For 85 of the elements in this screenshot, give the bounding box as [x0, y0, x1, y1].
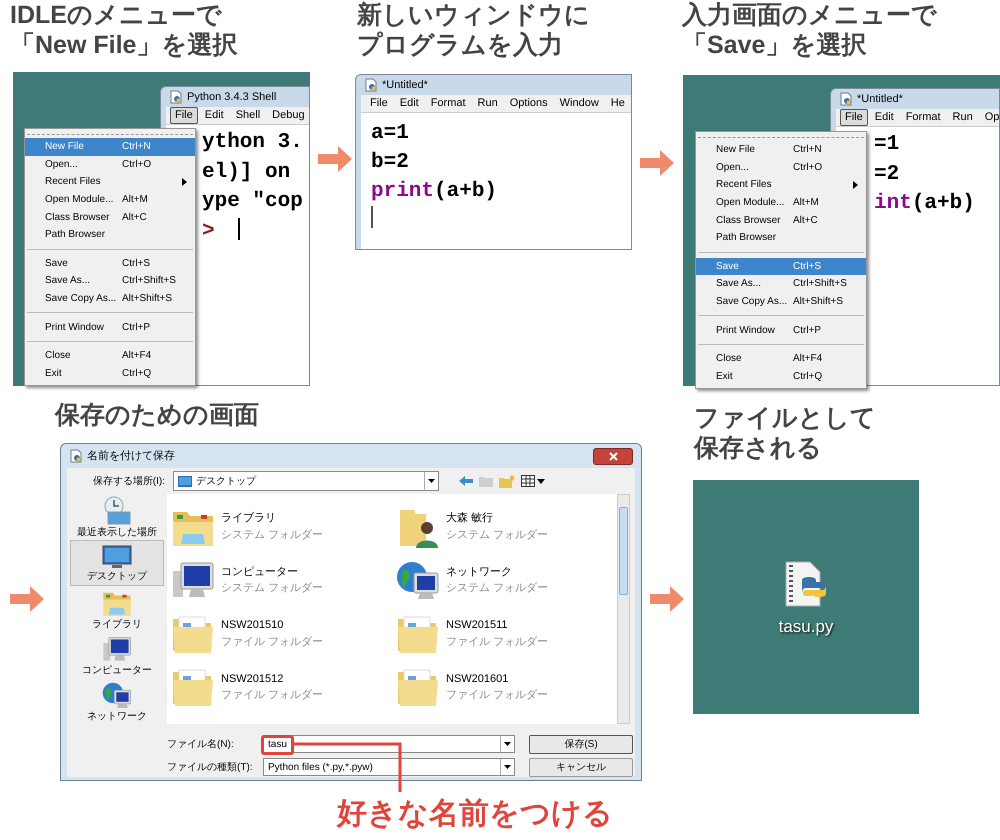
- file-list-item[interactable]: NSW201601 ファイル フォルダー: [392, 660, 617, 714]
- menu-item[interactable]: Open... Ctrl+O: [696, 158, 866, 176]
- save-button[interactable]: 保存(S): [529, 734, 633, 754]
- menu-item[interactable]: Recent Files: [696, 176, 866, 194]
- menu-item[interactable]: Recent Files: [25, 173, 195, 191]
- menu-bar-item[interactable]: Run: [948, 109, 978, 126]
- menu-item[interactable]: Close Alt+F4: [25, 346, 195, 365]
- places-item[interactable]: デスクトップ: [70, 540, 164, 586]
- window-title: Python 3.4.3 Shell: [187, 90, 276, 105]
- file-list-item[interactable]: NSW201510 ファイル フォルダー: [167, 607, 392, 660]
- menu-item[interactable]: Save Ctrl+S: [25, 254, 195, 272]
- location-dropdown[interactable]: デスクトップ: [173, 471, 439, 491]
- menu-item[interactable]: Print Window Ctrl+P: [25, 318, 195, 336]
- menu-item[interactable]: Close Alt+F4: [696, 350, 866, 368]
- menu-bar-item[interactable]: Op: [980, 109, 999, 126]
- filename-label: ファイル名(N):: [167, 738, 235, 752]
- code-line: el)] on: [202, 160, 292, 186]
- dialog-title: 名前を付けて保存: [87, 448, 175, 464]
- menu-item[interactable]: Save Ctrl+S: [696, 258, 866, 276]
- menu-bar-item[interactable]: File: [365, 95, 393, 112]
- step-caption: 新しいウィンドウに: [357, 0, 590, 30]
- code-line: ype "cop: [202, 189, 304, 215]
- menu-bar-item[interactable]: Edit: [870, 109, 899, 126]
- code-line: =2: [874, 162, 900, 188]
- menu-item[interactable]: Exit Ctrl+Q: [696, 368, 866, 386]
- file-list-item[interactable]: ネットワーク システム フォルダー: [392, 554, 617, 607]
- file-list-item[interactable]: 大森 敏行 システム フォルダー: [392, 500, 617, 554]
- menu-item[interactable]: Print Window Ctrl+P: [696, 321, 866, 339]
- menu-item[interactable]: New File Ctrl+N: [696, 141, 866, 159]
- menu-item[interactable]: Open... Ctrl+O: [25, 156, 195, 174]
- menu-bar-item[interactable]: He: [606, 95, 630, 112]
- menu-bar-item[interactable]: Shell: [230, 107, 266, 124]
- code-line: ython 3.: [202, 130, 304, 156]
- menu-item[interactable]: Class Browser Alt+C: [25, 208, 195, 226]
- menu-bar-item[interactable]: Options: [504, 95, 553, 112]
- menu-bar-item[interactable]: Run: [472, 95, 503, 112]
- filetype-dropdown[interactable]: Python files (*.py,*.pyw): [263, 758, 515, 776]
- code-line: int(a+b): [874, 191, 976, 217]
- menu-item[interactable]: Class Browser Alt+C: [696, 211, 866, 229]
- location-label: 保存する場所(I):: [92, 474, 165, 488]
- menu-item[interactable]: Save Copy As... Alt+Shift+S: [25, 290, 195, 308]
- step-caption: プログラムを入力: [357, 30, 564, 60]
- code-line: >: [202, 218, 216, 244]
- menu-bar-item[interactable]: Debug: [267, 107, 309, 124]
- step-caption: 入力画面のメニューで: [682, 0, 937, 30]
- step-caption: IDLEのメニューで: [10, 0, 223, 30]
- step-caption: 「Save」を選択: [682, 30, 868, 60]
- step-caption: ファイルとして: [694, 403, 876, 433]
- menu-item[interactable]: New File Ctrl+N: [25, 138, 195, 156]
- file-list-item[interactable]: NSW201512 ファイル フォルダー: [167, 660, 392, 714]
- menu-bar-item[interactable]: Edit: [394, 95, 424, 112]
- menu-bar-item[interactable]: Edit: [200, 107, 229, 124]
- menu-item[interactable]: Path Browser: [25, 226, 195, 244]
- step-caption: 保存のための画面: [55, 400, 259, 430]
- filetype-label: ファイルの種類(T):: [167, 760, 254, 774]
- file-list-item[interactable]: NSW201511 ファイル フォルダー: [392, 607, 617, 660]
- menu-item[interactable]: Exit Ctrl+Q: [25, 364, 195, 382]
- menu-item[interactable]: Path Browser: [696, 228, 866, 247]
- menu-item[interactable]: Save As... Ctrl+Shift+S: [696, 275, 866, 293]
- code-line: =1: [874, 132, 900, 158]
- window-title: *Untitled*: [857, 92, 903, 107]
- code-line: b=2: [371, 150, 410, 176]
- menu-item[interactable]: Save Copy As... Alt+Shift+S: [696, 292, 866, 310]
- menu-bar-item[interactable]: Window: [554, 95, 604, 112]
- places-item[interactable]: ネットワーク: [70, 678, 164, 724]
- menu-bar-item[interactable]: Format: [426, 95, 471, 112]
- cancel-button[interactable]: キャンセル: [529, 758, 633, 776]
- menu-bar-item[interactable]: File: [840, 109, 868, 126]
- places-item[interactable]: ライブラリ: [70, 586, 164, 632]
- menu-bar-item[interactable]: Format: [900, 109, 946, 126]
- menu-bar-item[interactable]: File: [170, 107, 198, 124]
- code-line: print(a+b): [371, 179, 498, 205]
- step-caption: 「New File」を選択: [10, 30, 238, 60]
- code-line: a=1: [371, 121, 410, 147]
- step-caption: 保存される: [694, 433, 823, 463]
- callout-text: 好きな名前をつける: [337, 796, 613, 832]
- menu-item[interactable]: Open Module... Alt+M: [696, 194, 866, 212]
- menu-item[interactable]: Save As... Ctrl+Shift+S: [25, 272, 195, 290]
- file-list-item[interactable]: コンピューター システム フォルダー: [167, 554, 392, 607]
- places-item[interactable]: コンピューター: [70, 632, 164, 678]
- window-title: *Untitled*: [382, 78, 428, 93]
- file-name[interactable]: tasu.py: [778, 614, 834, 640]
- file-list-item[interactable]: ライブラリ システム フォルダー: [167, 500, 392, 554]
- menu-item[interactable]: Open Module... Alt+M: [25, 190, 195, 208]
- places-item[interactable]: 最近表示した場所: [70, 494, 164, 540]
